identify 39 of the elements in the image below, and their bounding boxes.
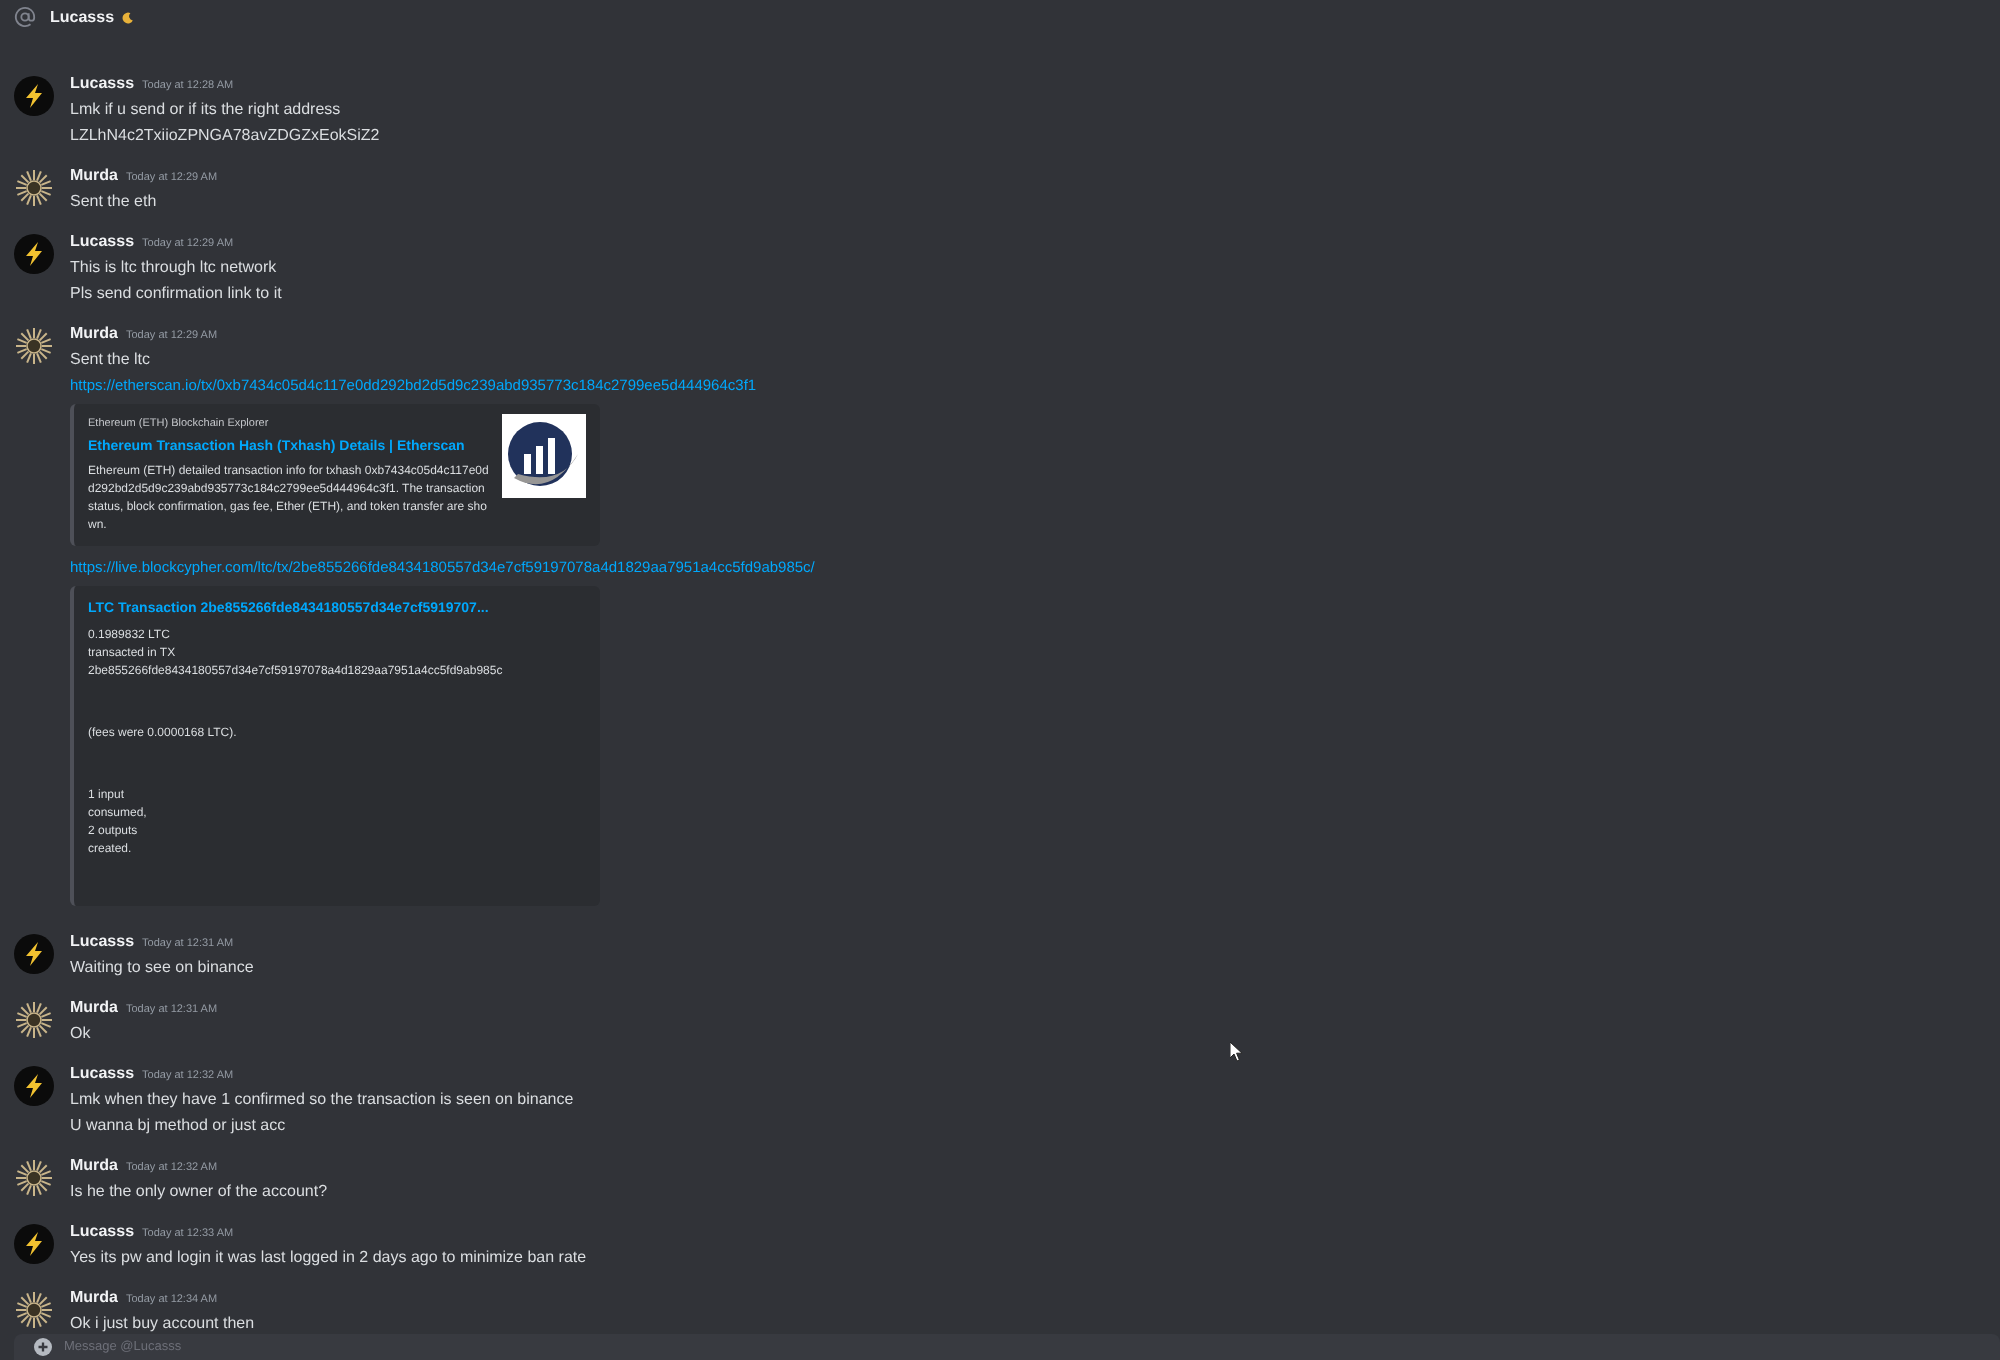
message-author[interactable]: Lucasss <box>70 1220 135 1244</box>
message-author[interactable]: Lucasss <box>70 1062 135 1086</box>
message-author[interactable]: Lucasss <box>70 72 135 96</box>
sunburst-avatar-icon <box>14 1290 54 1330</box>
sunburst-avatar-icon <box>14 1000 54 1040</box>
message-text: LZLhN4c2TxiioZPNGA78avZDGZxEokSiZ2 <box>70 124 380 148</box>
message-author[interactable]: Murda <box>70 164 118 188</box>
message-author[interactable]: Murda <box>70 996 118 1020</box>
at-sign-icon <box>14 6 36 28</box>
message-text: Lmk when they have 1 confirmed so the transaction is seen on binance <box>70 1088 574 1112</box>
message-text: Yes its pw and login it was last logged in 2 days ago to minimize ban rate <box>70 1246 587 1270</box>
message-author[interactable]: Lucasss <box>70 230 135 254</box>
moon-icon <box>122 11 135 23</box>
sunburst-avatar-icon <box>14 168 54 208</box>
message-text: Waiting to see on binance <box>70 956 254 980</box>
chart-logo-icon <box>502 414 586 498</box>
message-text: Lmk if u send or if its the right address <box>70 98 343 122</box>
message-author[interactable]: Lucasss <box>70 930 135 954</box>
bolt-avatar-icon <box>14 1224 54 1264</box>
message-author[interactable]: Murda <box>70 1286 118 1310</box>
bolt-avatar-icon <box>14 234 54 274</box>
header-username: Lucasss <box>50 5 115 29</box>
message-text: Pls send confirmation link to it <box>70 282 282 306</box>
plus-icon[interactable] <box>34 1338 52 1356</box>
message-text: Sent the eth <box>70 190 159 214</box>
message-author[interactable]: Murda <box>70 322 118 346</box>
message-text: Is he the only owner of the account? <box>70 1180 328 1204</box>
pointer-icon <box>1230 1042 1244 1062</box>
bolt-avatar-icon <box>14 934 54 974</box>
message-author[interactable]: Murda <box>70 1154 118 1178</box>
message-text: Sent the ltc <box>70 348 153 372</box>
message-text: U wanna bj method or just acc <box>70 1114 288 1138</box>
bolt-avatar-icon <box>14 76 54 116</box>
bolt-avatar-icon <box>14 1066 54 1106</box>
sunburst-avatar-icon <box>14 326 54 366</box>
message-text: This is ltc through ltc network <box>70 256 279 280</box>
sunburst-avatar-icon <box>14 1158 54 1198</box>
message-text: Ok <box>70 1022 93 1046</box>
message-text: Ok i just buy account then <box>70 1312 255 1336</box>
